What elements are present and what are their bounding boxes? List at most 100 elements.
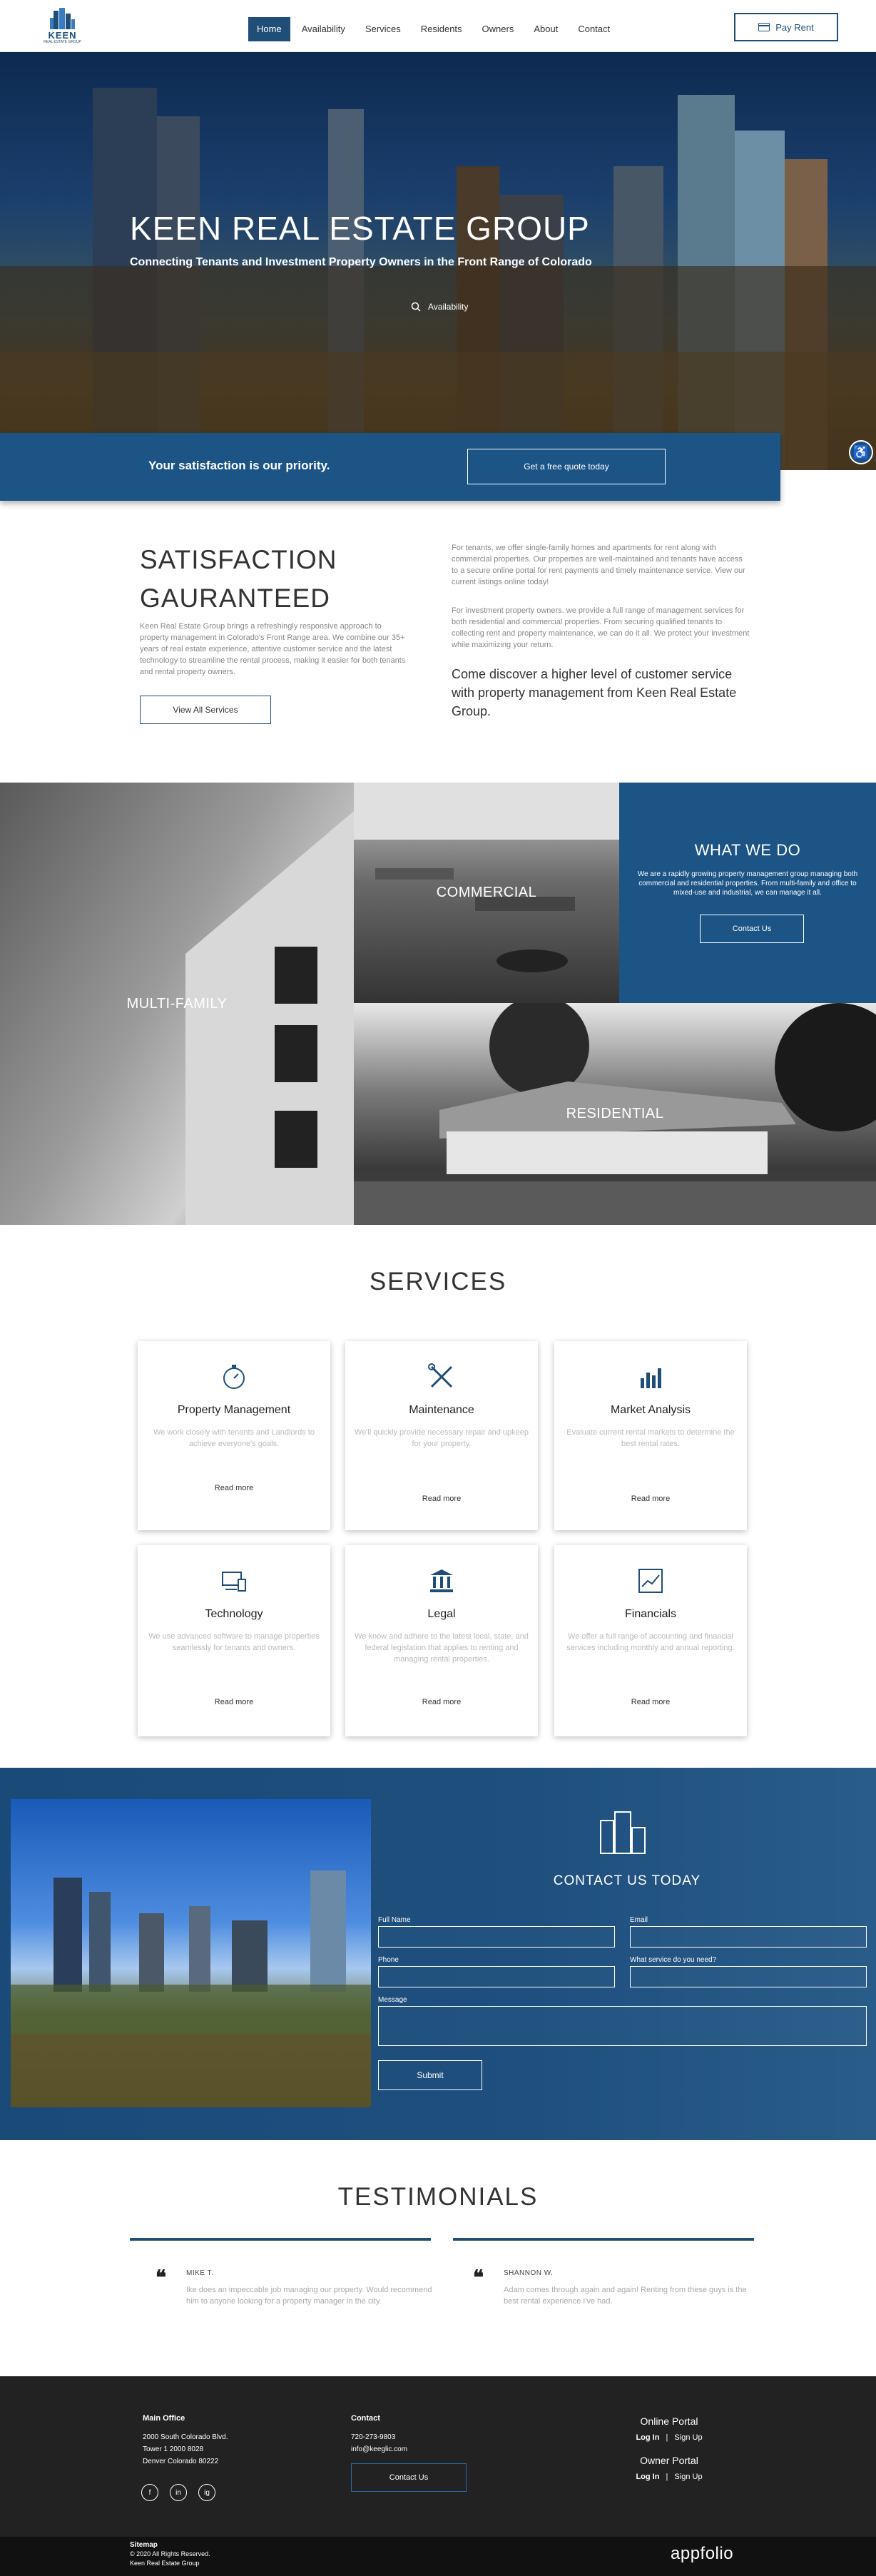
facebook-icon[interactable]: f [141, 2484, 158, 2501]
tile-residential[interactable]: RESIDENTIAL [354, 1003, 876, 1225]
online-portal-heading: Online Portal [640, 2415, 698, 2427]
pay-rent-button[interactable]: Pay Rent [734, 13, 838, 41]
card-description: We know and adhere to the latest local, … [355, 1632, 529, 1664]
nav-owners[interactable]: Owners [474, 17, 523, 41]
owners-paragraph: For investment property owners, we provi… [452, 606, 750, 649]
hero-title: KEEN REAL ESTATE GROUP [130, 210, 590, 247]
accessibility-icon[interactable]: ♿ [849, 440, 873, 464]
what-we-do-title: WHAT WE DO [694, 841, 801, 859]
nav-home[interactable]: Home [248, 17, 290, 41]
what-we-do-text: We are a rapidly growing property manage… [637, 870, 858, 897]
pay-rent-label: Pay Rent [775, 21, 814, 33]
card-title: Financials [624, 1608, 677, 1620]
phone-link[interactable]: 720-273-9803 [351, 2431, 395, 2443]
owner-portal-heading: Owner Portal [640, 2455, 698, 2466]
contact-title: CONTACT US TODAY [553, 1873, 701, 1888]
quote-icon: ❝ [156, 2266, 167, 2289]
phone-input[interactable] [378, 1966, 615, 1987]
email-link[interactable]: info@keeglic.com [351, 2443, 407, 2455]
read-more-link[interactable]: Read more [554, 1698, 747, 1706]
read-more-link[interactable]: Read more [345, 1495, 538, 1503]
what-we-do-box: WHAT WE DO We are a rapidly growing prop… [619, 783, 876, 1003]
courthouse-icon [430, 1569, 453, 1592]
what-we-do-section: MULTI-FAMILY COMMERCIAL WHAT WE DO We ar… [0, 783, 876, 1225]
stopwatch-icon [223, 1365, 245, 1389]
satisfaction-title-line1: SATISFACTION [140, 545, 337, 574]
priority-text: Your satisfaction is our priority. [148, 459, 330, 472]
email-input[interactable] [630, 1926, 867, 1948]
logo-text: KEEN [48, 30, 77, 41]
card-description: We use advanced software to manage prope… [148, 1632, 320, 1652]
linkedin-icon[interactable]: in [170, 2484, 187, 2501]
card-description: We offer a full range of accounting and … [566, 1632, 735, 1652]
satisfaction-title-line2: GAURANTEED [140, 584, 330, 613]
tile-commercial[interactable]: COMMERCIAL [354, 783, 619, 1003]
testimonial-name: MIKE T. [186, 2269, 214, 2277]
hero-subtitle: Connecting Tenants and Investment Proper… [130, 256, 592, 268]
services-title: SERVICES [369, 1268, 507, 1295]
separator: | [666, 2433, 668, 2442]
service-card-legal[interactable]: Legal We know and adhere to the latest l… [345, 1545, 538, 1736]
copyright-text: © 2020 All Rights Reserved. [130, 2550, 210, 2557]
service-card-financials[interactable]: Financials We offer a full range of acco… [554, 1545, 747, 1736]
submit-button[interactable]: Submit [378, 2060, 482, 2090]
full-name-input[interactable] [378, 1926, 615, 1948]
address-line: Tower 1 2000 8028 [143, 2445, 204, 2453]
tile-multifamily[interactable]: MULTI-FAMILY [0, 783, 354, 1225]
company-name: Keen Real Estate Group [130, 2560, 200, 2567]
satisfaction-title: SATISFACTION GAURANTEED [140, 541, 337, 618]
service-card-property-management[interactable]: Property Management We work closely with… [138, 1341, 330, 1530]
testimonial-name: SHANNON W. [504, 2269, 554, 2277]
nav-services[interactable]: Services [357, 17, 409, 41]
nav-about[interactable]: About [525, 17, 566, 41]
signup-link[interactable]: Sign Up [674, 2433, 702, 2442]
read-more-link[interactable]: Read more [138, 1484, 330, 1492]
email-label: Email [630, 1916, 648, 1924]
address-line: Denver Colorado 80222 [143, 2458, 219, 2465]
message-textarea[interactable] [378, 2006, 867, 2046]
login-link[interactable]: Log In [636, 2433, 659, 2442]
search-icon [411, 302, 421, 312]
tile-residential-label: RESIDENTIAL [566, 1106, 664, 1121]
service-card-technology[interactable]: Technology We use advanced software to m… [138, 1545, 330, 1736]
nav-residents[interactable]: Residents [412, 17, 471, 41]
card-title: Legal [427, 1608, 456, 1620]
card-title: Technology [205, 1608, 263, 1620]
card-description: Evaluate current rental markets to deter… [566, 1428, 735, 1448]
site-footer [0, 2376, 876, 2537]
testimonial-text: Ike does an impeccable job managing our … [186, 2286, 432, 2306]
read-more-link[interactable]: Read more [554, 1495, 747, 1503]
testimonial-divider [130, 2238, 431, 2241]
card-description: We work closely with tenants and Landlor… [153, 1428, 315, 1448]
service-label: What service do you need? [630, 1956, 717, 1964]
card-title: Property Management [177, 1404, 291, 1416]
quote-icon: ❝ [473, 2266, 484, 2289]
read-more-link[interactable]: Read more [345, 1698, 538, 1706]
service-select[interactable] [630, 1966, 867, 1987]
logo-tagline: REAL ESTATE GROUP [44, 40, 81, 44]
availability-link[interactable]: Availability [411, 302, 468, 312]
online-portal-links: Log In | Sign Up [598, 2433, 740, 2442]
logo[interactable]: KEEN REAL ESTATE GROUP [36, 6, 89, 46]
site-header: KEEN REAL ESTATE GROUP Home Availability… [0, 0, 876, 52]
signup-link[interactable]: Sign Up [674, 2473, 702, 2481]
appfolio-logo[interactable]: appfolio [671, 2544, 733, 2564]
instagram-icon[interactable]: ig [198, 2484, 215, 2501]
login-link[interactable]: Log In [636, 2473, 659, 2481]
free-quote-button[interactable]: Get a free quote today [467, 449, 666, 484]
nav-contact[interactable]: Contact [569, 17, 618, 41]
footer-contact-button[interactable]: Contact Us [351, 2463, 467, 2492]
trend-chart-icon [638, 1569, 663, 1593]
read-more-link[interactable]: Read more [138, 1698, 330, 1706]
separator: | [666, 2473, 668, 2481]
view-all-services-button[interactable]: View All Services [140, 696, 271, 724]
service-card-market-analysis[interactable]: Market Analysis Evaluate current rental … [554, 1341, 747, 1530]
bar-chart-icon [641, 1368, 661, 1388]
satisfaction-body: Keen Real Estate Group brings a refreshi… [140, 622, 406, 676]
card-title: Maintenance [409, 1404, 474, 1416]
main-office-heading: Main Office [143, 2414, 185, 2423]
what-we-do-contact-button[interactable]: Contact Us [700, 915, 804, 943]
nav-availability[interactable]: Availability [293, 17, 354, 41]
sitemap-link[interactable]: Sitemap [130, 2541, 158, 2549]
service-card-maintenance[interactable]: Maintenance We'll quickly provide necess… [345, 1341, 538, 1530]
